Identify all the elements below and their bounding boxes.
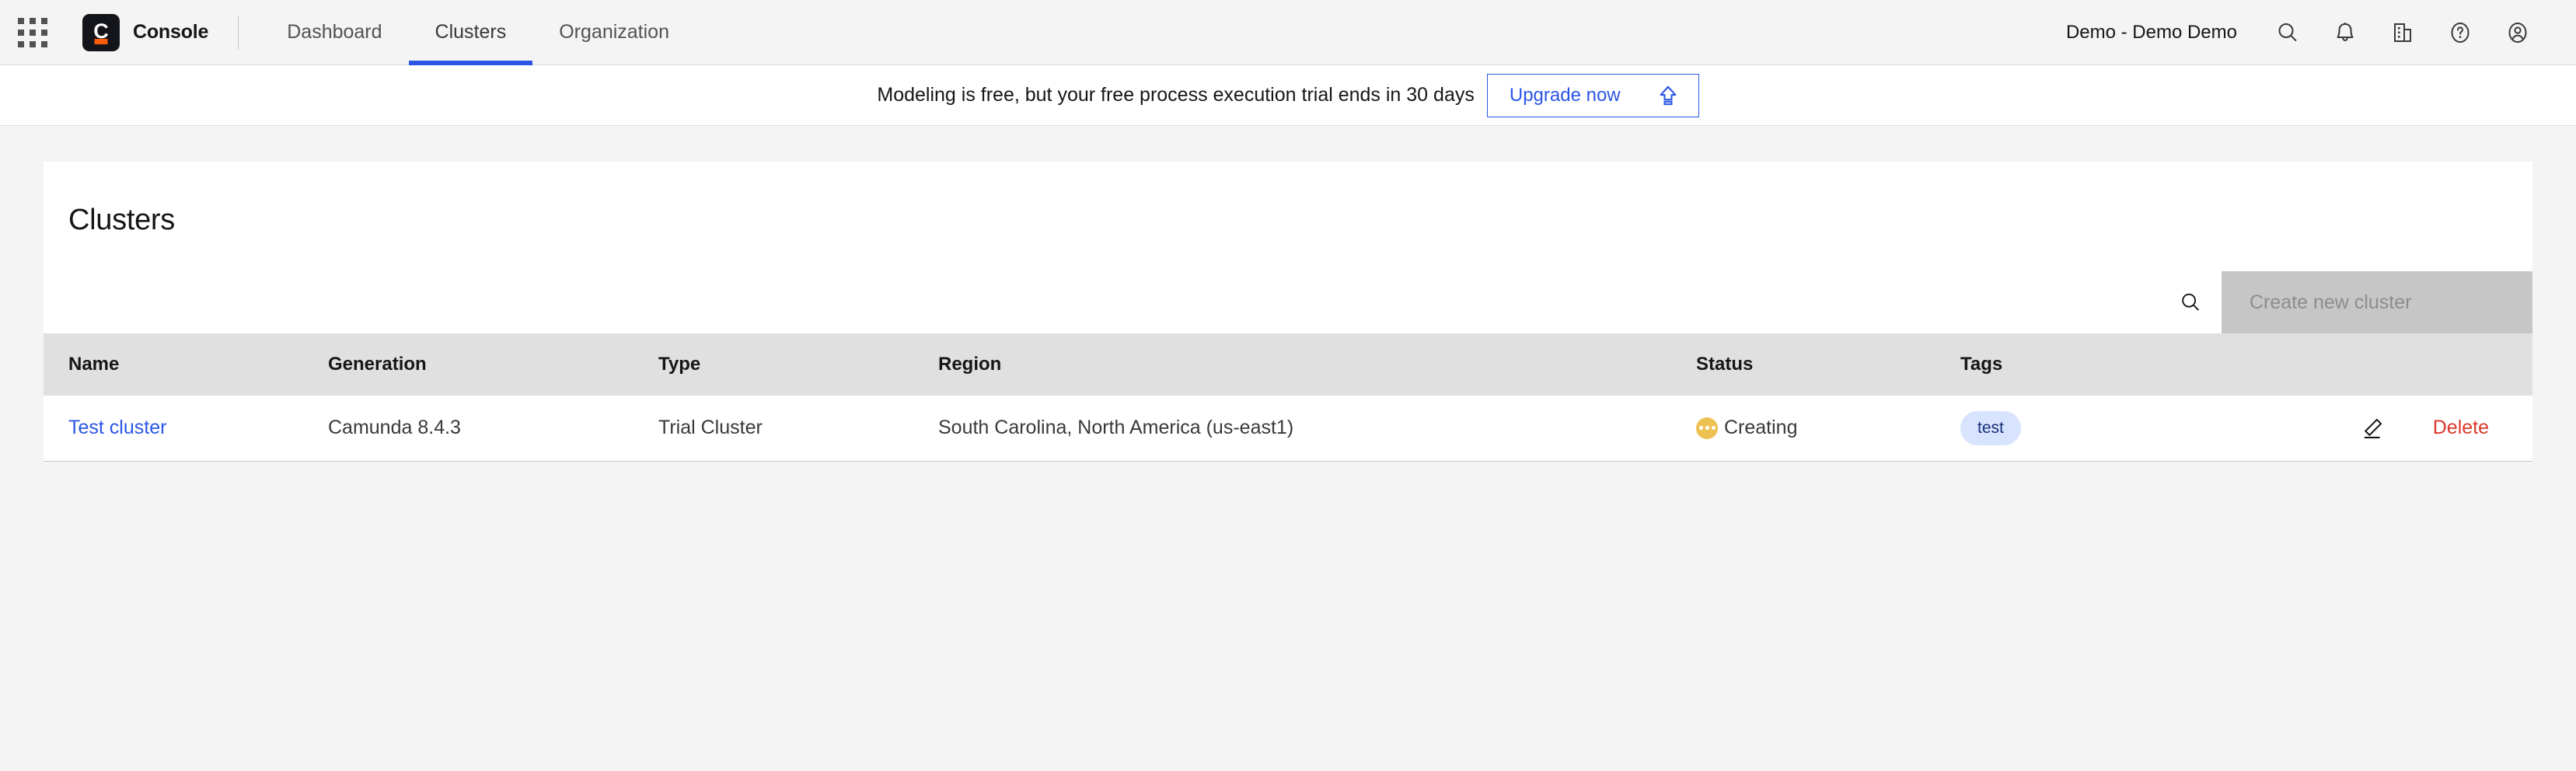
upgrade-now-button[interactable]: Upgrade now xyxy=(1486,73,1699,117)
column-header-generation: Generation xyxy=(328,354,427,375)
app-switcher-button[interactable] xyxy=(0,0,65,65)
cell-actions: Delete xyxy=(2321,396,2532,461)
creating-status-icon xyxy=(1696,417,1718,439)
clusters-table-head: Name Generation Type Region Status Tags xyxy=(44,333,2532,396)
cell-type: Trial Cluster xyxy=(658,417,763,439)
column-header-status: Status xyxy=(1696,354,1754,375)
notification-bell-icon xyxy=(2337,22,2354,41)
nav-divider xyxy=(238,15,239,50)
search-icon xyxy=(2278,23,2297,41)
notifications-button[interactable] xyxy=(2316,4,2374,61)
brand-name-label: Console xyxy=(133,21,209,43)
search-button[interactable] xyxy=(2259,4,2316,61)
tag-chip: test xyxy=(1960,410,2021,445)
help-circle-icon xyxy=(2451,22,2470,43)
cluster-search-button[interactable] xyxy=(2159,271,2222,333)
edit-cluster-button[interactable] xyxy=(2355,411,2389,445)
trial-banner: Modeling is free, but your free process … xyxy=(0,65,2576,126)
column-header-type: Type xyxy=(658,354,701,375)
cell-generation: Camunda 8.4.3 xyxy=(328,417,461,439)
brand-logo-link[interactable]: C Console xyxy=(65,13,209,51)
column-header-region: Region xyxy=(938,354,1002,375)
clusters-card: Clusters Create new cluster Name Generat… xyxy=(44,162,2532,462)
status-badge: Creating xyxy=(1696,417,1935,439)
column-header-tags: Tags xyxy=(1960,354,2003,375)
tab-organization[interactable]: Organization xyxy=(532,0,696,65)
column-header-name: Name xyxy=(68,354,120,375)
grid-apps-icon xyxy=(18,17,47,47)
organization-building-icon xyxy=(2394,23,2411,42)
user-avatar-icon xyxy=(2508,22,2527,43)
logo-orange-bar xyxy=(94,38,108,44)
topbar-right-actions: Demo - Demo Demo xyxy=(2066,4,2576,61)
create-new-cluster-button[interactable]: Create new cluster xyxy=(2222,271,2532,333)
delete-cluster-link[interactable]: Delete xyxy=(2433,417,2489,439)
cell-status: Creating xyxy=(1684,396,1948,461)
page-body: Clusters Create new cluster Name Generat… xyxy=(0,126,2576,616)
clusters-table-body: Test cluster Camunda 8.4.3 Trial Cluster… xyxy=(44,396,2532,461)
row-actions: Delete xyxy=(2333,411,2520,445)
upgrade-arrow-icon xyxy=(1660,85,1677,105)
user-account-button[interactable] xyxy=(2489,4,2546,61)
upgrade-now-label: Upgrade now xyxy=(1509,84,1621,106)
organization-name-label: Demo - Demo Demo xyxy=(2065,21,2237,43)
tab-clusters[interactable]: Clusters xyxy=(408,0,533,65)
table-header-row: Name Generation Type Region Status Tags xyxy=(44,333,2532,396)
main-nav-tabs: Dashboard Clusters Organization xyxy=(260,0,696,65)
status-label: Creating xyxy=(1724,417,1798,439)
search-icon xyxy=(2182,293,2199,311)
clusters-toolbar: Create new cluster xyxy=(44,271,2532,333)
column-header-actions xyxy=(2321,333,2532,396)
table-row: Test cluster Camunda 8.4.3 Trial Cluster… xyxy=(44,396,2532,461)
cell-cluster-name: Test cluster xyxy=(44,396,316,461)
trial-banner-message: Modeling is free, but your free process … xyxy=(877,84,1475,106)
organization-button[interactable] xyxy=(2374,4,2431,61)
help-button[interactable] xyxy=(2431,4,2489,61)
camunda-logo-icon: C xyxy=(82,13,120,51)
page-title: Clusters xyxy=(68,204,175,236)
cell-tags: test xyxy=(1948,396,2321,461)
tab-dashboard[interactable]: Dashboard xyxy=(260,0,408,65)
cell-region: South Carolina, North America (us-east1) xyxy=(938,417,1294,439)
edit-pencil-icon xyxy=(2364,418,2382,438)
cluster-name-link[interactable]: Test cluster xyxy=(68,417,166,438)
top-navigation-bar: C Console Dashboard Clusters Organizatio… xyxy=(0,0,2576,65)
clusters-table: Name Generation Type Region Status Tags … xyxy=(44,333,2532,462)
